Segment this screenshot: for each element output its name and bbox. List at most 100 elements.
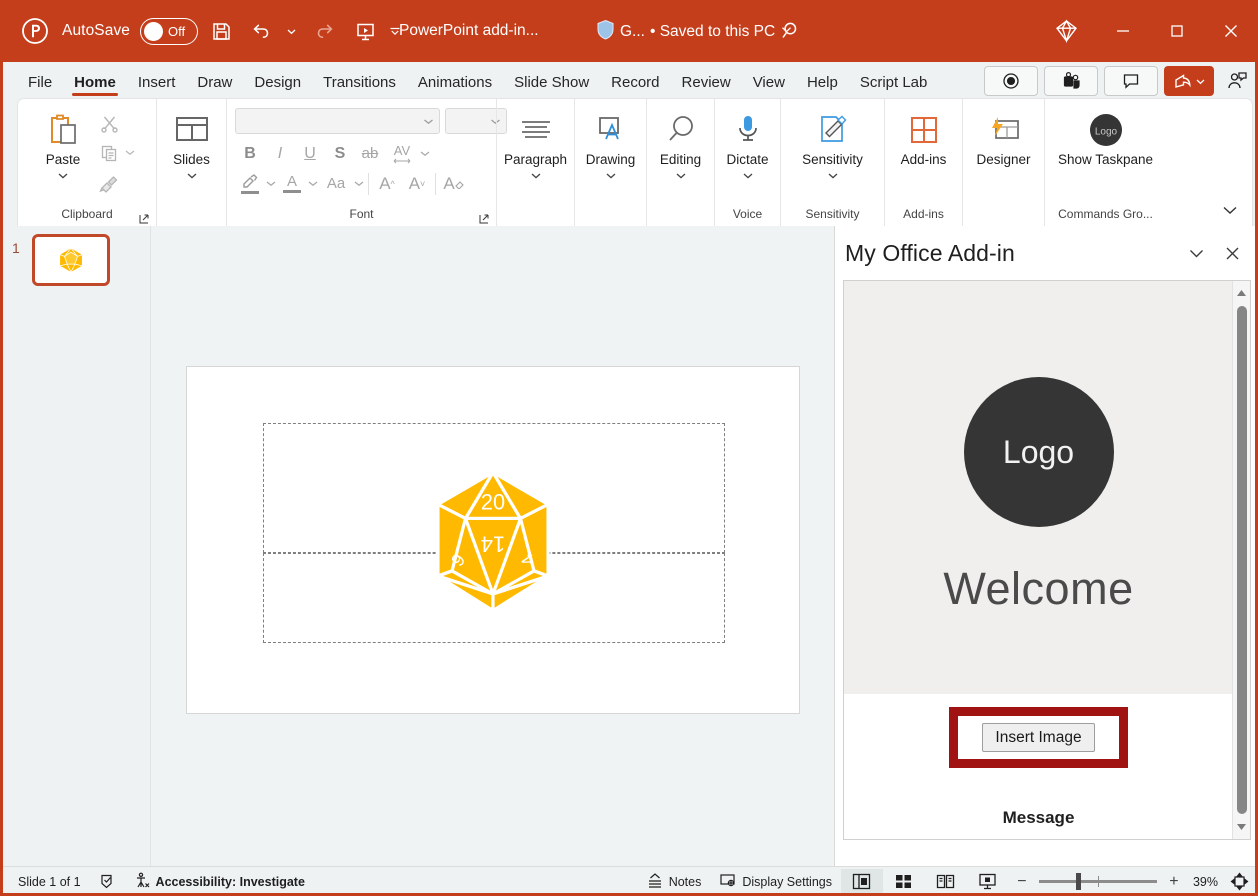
change-case-button[interactable]: Aa (319, 170, 353, 197)
bold-button[interactable]: B (235, 140, 265, 167)
view-normal-icon[interactable] (840, 868, 883, 895)
font-color-chevron-down-icon[interactable] (307, 175, 319, 193)
taskpane-scrollbar[interactable] (1232, 281, 1250, 839)
record-circle-icon[interactable] (984, 66, 1038, 96)
text-highlight-icon[interactable] (235, 170, 265, 197)
cut-scissors-icon[interactable] (94, 109, 124, 137)
tab-help[interactable]: Help (796, 75, 849, 98)
sensitivity-status[interactable]: G... • Saved to this PC (596, 19, 793, 45)
redo-icon[interactable] (308, 14, 342, 48)
share-chevron-down-icon[interactable] (1195, 76, 1206, 87)
autosave-toggle[interactable]: Off (140, 17, 199, 45)
slide-thumbnail-1[interactable] (32, 234, 110, 286)
people-collaborate-icon[interactable] (1220, 66, 1254, 96)
font-dialog-launcher-icon[interactable] (478, 212, 490, 224)
view-reading-icon[interactable] (925, 869, 967, 895)
change-case-chevron-down-icon[interactable] (353, 175, 365, 193)
show-taskpane-button[interactable]: Logo Show Taskpane (1056, 103, 1156, 167)
paragraph-chevron-down-icon[interactable] (530, 168, 542, 186)
tab-script-lab[interactable]: Script Lab (849, 75, 939, 98)
zoom-thumb[interactable] (1075, 873, 1081, 890)
present-in-teams-icon[interactable] (1044, 66, 1098, 96)
spellcheck-icon[interactable] (90, 867, 125, 896)
sensitivity-chevron-down-icon[interactable] (827, 168, 839, 186)
view-slide-sorter-icon[interactable] (883, 869, 925, 895)
highlight-chevron-down-icon[interactable] (265, 175, 277, 193)
undo-icon[interactable] (244, 14, 278, 48)
paragraph-button[interactable]: Paragraph (504, 103, 567, 186)
strikethrough-button[interactable]: ab (355, 140, 385, 167)
scroll-down-arrow-icon[interactable] (1236, 818, 1247, 836)
addins-button[interactable]: Add-ins (893, 103, 955, 167)
scrollbar-thumb[interactable] (1236, 306, 1247, 814)
undo-chevron-down-icon[interactable] (280, 14, 302, 48)
character-spacing-button[interactable]: AV (385, 140, 419, 167)
zoom-track[interactable] (1038, 873, 1157, 890)
document-title[interactable]: PowerPoint add-in... (399, 22, 539, 40)
slide-count-label[interactable]: Slide 1 of 1 (0, 867, 90, 896)
display-settings-button[interactable]: Display Settings (710, 867, 841, 896)
italic-button[interactable]: I (265, 140, 295, 167)
clipboard-dialog-launcher-icon[interactable] (138, 212, 150, 224)
view-slideshow-icon[interactable] (967, 869, 1009, 895)
tab-review[interactable]: Review (671, 75, 742, 98)
tab-insert[interactable]: Insert (127, 75, 187, 98)
font-color-button[interactable]: A (277, 170, 307, 197)
fit-to-window-icon[interactable] (1224, 869, 1254, 895)
zoom-in-button[interactable]: + (1166, 873, 1182, 891)
font-name-combobox[interactable] (235, 108, 440, 134)
thumbnail-row[interactable]: 1 (0, 234, 150, 286)
tab-home[interactable]: Home (63, 75, 127, 98)
underline-button[interactable]: U (295, 140, 325, 167)
copy-icon[interactable] (94, 139, 124, 167)
zoom-percent-label[interactable]: 39% (1187, 875, 1224, 889)
increase-font-size-button[interactable]: A ^ (372, 170, 402, 197)
tab-slide-show[interactable]: Slide Show (503, 75, 600, 98)
tab-file[interactable]: File (17, 75, 63, 98)
tab-record[interactable]: Record (600, 75, 670, 98)
slides-button[interactable]: Slides (161, 103, 223, 186)
zoom-slider[interactable]: − + (1014, 873, 1182, 891)
share-button[interactable] (1164, 66, 1214, 96)
copy-chevron-down-icon[interactable] (124, 144, 136, 162)
drawing-chevron-down-icon[interactable] (605, 168, 617, 186)
copilot-diamond-icon[interactable] (1036, 5, 1096, 57)
editing-button[interactable]: Editing (650, 103, 712, 186)
format-painter-icon[interactable] (94, 169, 124, 197)
sensitivity-button[interactable]: Sensitivity (785, 103, 881, 186)
editing-chevron-down-icon[interactable] (675, 168, 687, 186)
accessibility-status[interactable]: Accessibility: Investigate (125, 867, 314, 896)
close-icon[interactable] (1204, 5, 1258, 57)
tab-animations[interactable]: Animations (407, 75, 503, 98)
maximize-icon[interactable] (1150, 5, 1204, 57)
text-shadow-button[interactable]: S (325, 140, 355, 167)
character-spacing-chevron-down-icon[interactable] (419, 145, 431, 163)
scroll-up-arrow-icon[interactable] (1236, 284, 1247, 302)
tab-design[interactable]: Design (243, 75, 312, 98)
slide-canvas[interactable]: 20 14 6 4 (185, 366, 800, 714)
tab-draw[interactable]: Draw (186, 75, 243, 98)
minimize-icon[interactable] (1096, 5, 1150, 57)
designer-button[interactable]: Designer (965, 103, 1043, 167)
decrease-font-size-button[interactable]: A ˅ (402, 170, 432, 197)
save-icon[interactable] (204, 14, 238, 48)
start-presentation-icon[interactable] (348, 14, 382, 48)
d20-dice-image[interactable]: 20 14 6 4 (429, 467, 557, 620)
notes-button[interactable]: Notes (637, 867, 711, 896)
taskpane-chevron-down-icon[interactable] (1178, 235, 1214, 271)
taskpane-close-icon[interactable] (1214, 235, 1250, 271)
zoom-out-button[interactable]: − (1014, 873, 1030, 891)
paste-button[interactable]: Paste (32, 103, 94, 186)
insert-image-button[interactable]: Insert Image (982, 723, 1095, 753)
clear-formatting-button[interactable]: A (439, 170, 469, 197)
search-icon[interactable] (775, 16, 809, 46)
tab-view[interactable]: View (742, 75, 796, 98)
tab-transitions[interactable]: Transitions (312, 75, 407, 98)
paste-chevron-down-icon[interactable] (57, 168, 69, 186)
slides-chevron-down-icon[interactable] (186, 168, 198, 186)
comments-icon[interactable] (1104, 66, 1158, 96)
dictate-chevron-down-icon[interactable] (742, 168, 754, 186)
drawing-button[interactable]: Drawing (580, 103, 642, 186)
ribbon-collapse-icon[interactable] (1218, 200, 1242, 220)
dictate-button[interactable]: Dictate (717, 103, 779, 186)
